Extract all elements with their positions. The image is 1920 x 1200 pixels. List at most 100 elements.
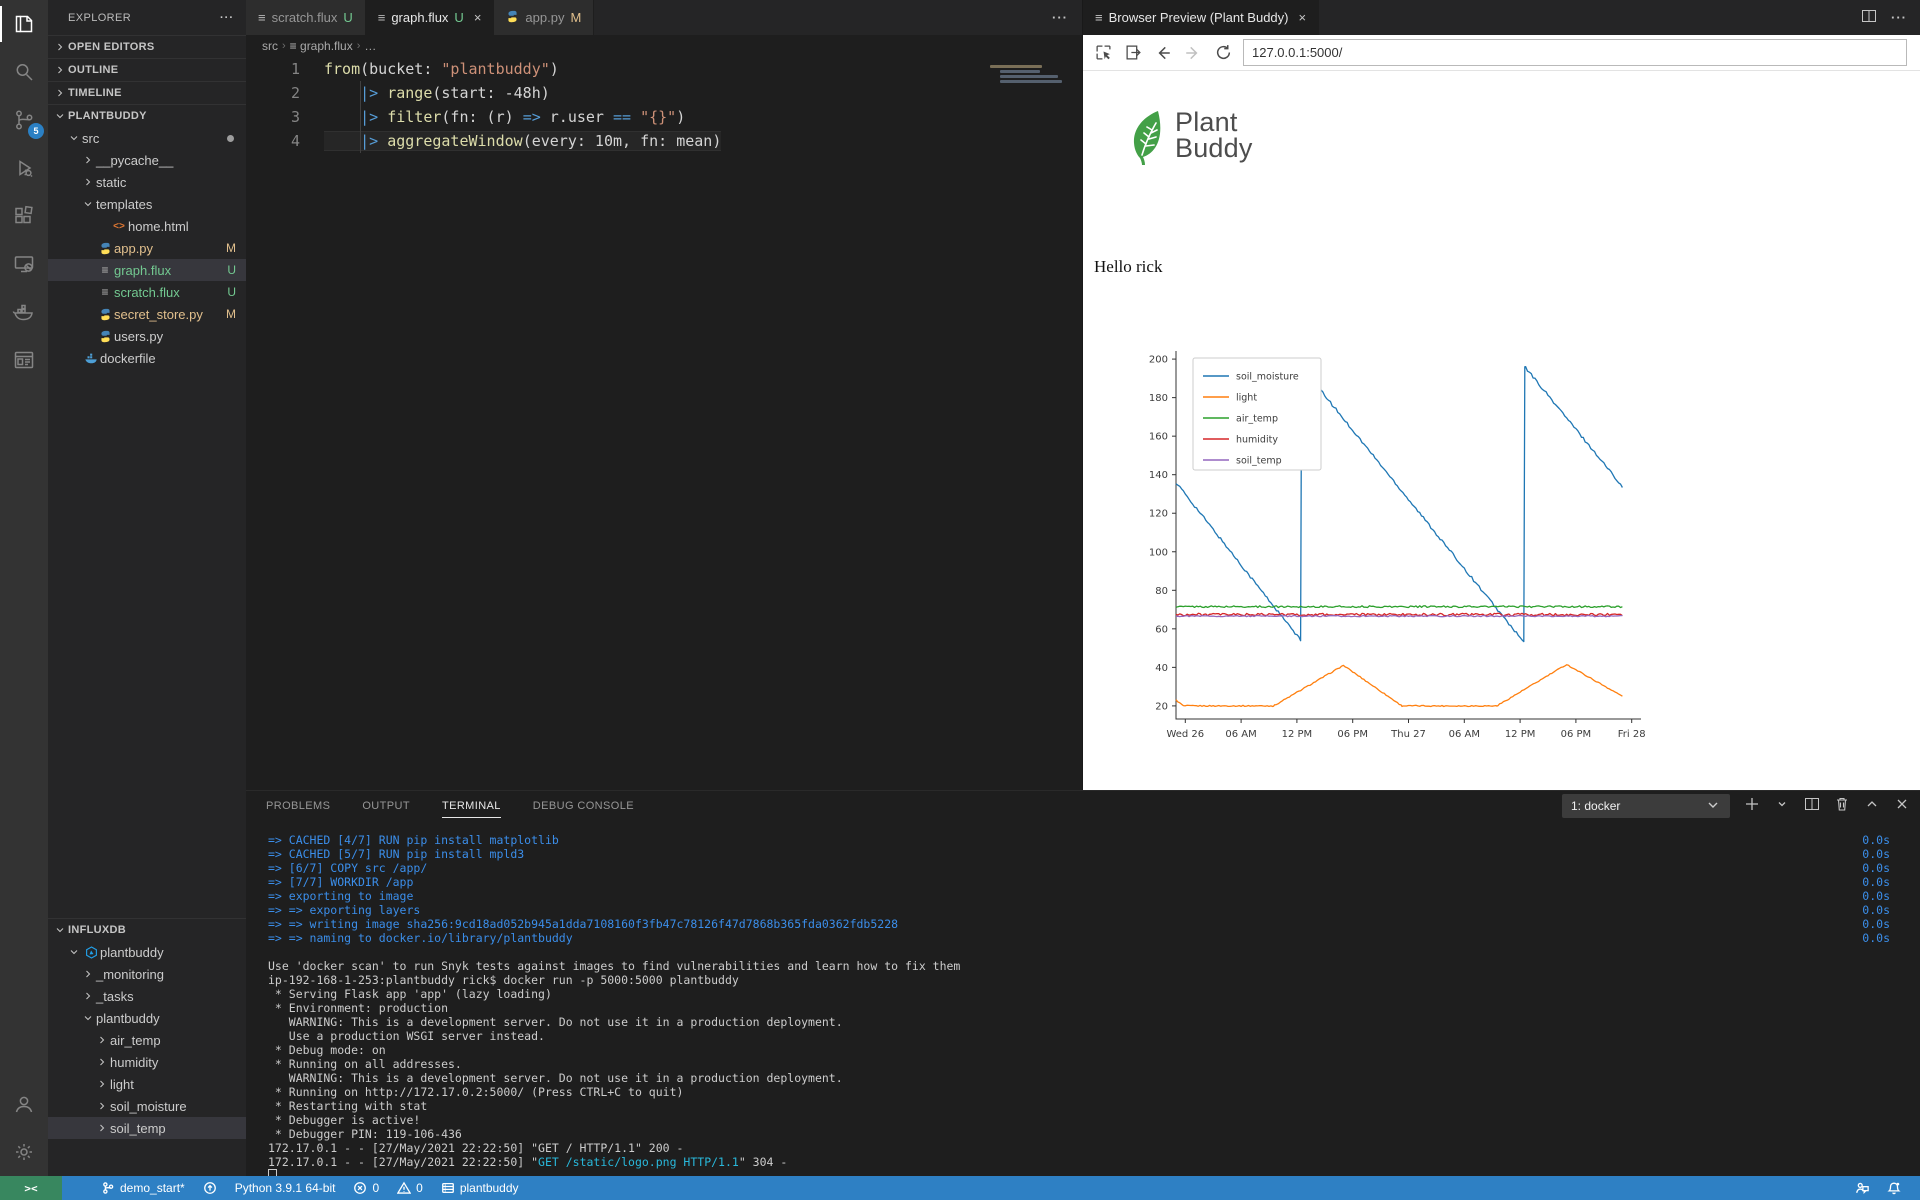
terminal-picker[interactable]: 1: docker [1562, 794, 1730, 818]
db-icon [441, 1181, 455, 1195]
tree-item-soil_temp[interactable]: soil_temp [48, 1117, 246, 1139]
breadcrumb-item[interactable]: ≡ graph.flux [290, 39, 353, 53]
tree-item-label: scratch.flux [114, 284, 180, 300]
remote-explorer-icon[interactable] [0, 240, 48, 288]
tab-scratch.flux[interactable]: ≡ scratch.flux U [246, 0, 366, 35]
terminal-line: * Debugger PIN: 119-106-436 [268, 1127, 462, 1141]
bell-icon[interactable] [1878, 1176, 1910, 1200]
svg-text:200: 200 [1149, 355, 1168, 366]
svg-text:80: 80 [1155, 586, 1168, 597]
launch-profile-chevron-icon[interactable] [1774, 796, 1790, 817]
tree-item-secret_store.py[interactable]: secret_store.py M [48, 303, 246, 325]
account-icon[interactable] [0, 1080, 48, 1128]
tree-item-soil_moisture[interactable]: soil_moisture [48, 1095, 246, 1117]
more-actions-icon[interactable]: ··· [1052, 10, 1068, 25]
remote-indicator[interactable]: >< [0, 1176, 62, 1200]
forward-icon[interactable] [1183, 43, 1203, 63]
panel-tab-debug-console[interactable]: DEBUG CONSOLE [533, 791, 634, 821]
tree-item-air_temp[interactable]: air_temp [48, 1029, 246, 1051]
error-icon [353, 1181, 367, 1195]
tab-browser-preview[interactable]: ≡ Browser Preview (Plant Buddy) × [1083, 0, 1320, 35]
close-panel-icon[interactable] [1894, 796, 1910, 817]
tree-item-dockerfile[interactable]: dockerfile [48, 347, 246, 369]
breadcrumb-item[interactable]: … [364, 39, 376, 53]
breadcrumb-item[interactable]: src [262, 39, 278, 53]
section-label: OPEN EDITORS [68, 41, 155, 53]
section-outline[interactable]: OUTLINE [48, 58, 246, 81]
extensions-icon[interactable] [0, 192, 48, 240]
terminal-line: WARNING: This is a development server. D… [268, 1015, 843, 1029]
tab-graph.flux[interactable]: ≡ graph.flux U × [365, 0, 495, 35]
explorer-icon[interactable] [0, 0, 48, 48]
section-open-editors[interactable]: OPEN EDITORS [48, 35, 246, 58]
status-item-0[interactable]: 0 [344, 1176, 388, 1200]
tree-item-static[interactable]: static [48, 171, 246, 193]
terminal-output[interactable]: => CACHED [4/7] RUN pip install matplotl… [246, 821, 1920, 1183]
section-plantbuddy[interactable]: PLANTBUDDY [48, 104, 246, 127]
status-item-sync[interactable] [194, 1176, 226, 1200]
sidebar-more-actions[interactable]: ··· [220, 12, 234, 24]
tree-item-__pycache__[interactable]: __pycache__ [48, 149, 246, 171]
status-item-demo-start-[interactable]: demo_start* [92, 1176, 194, 1200]
section-timeline[interactable]: TIMELINE [48, 81, 246, 104]
chevron-right-icon [94, 1034, 110, 1046]
status-bar: >< demo_start* Python 3.9.1 64-bit 0 0 plant… [0, 1176, 1920, 1200]
source-control-icon[interactable]: 5 [0, 96, 48, 144]
chevron-down-icon [52, 110, 68, 122]
kill-terminal-icon[interactable] [1834, 796, 1850, 817]
search-icon[interactable] [0, 48, 48, 96]
tree-item-_monitoring[interactable]: _monitoring [48, 963, 246, 985]
tree-item-home.html[interactable]: <> home.html [48, 215, 246, 237]
influxdb-section: INFLUXDB plantbuddy _monitoring _tasks plan… [48, 918, 246, 1139]
tree-item-templates[interactable]: templates [48, 193, 246, 215]
docker-icon[interactable] [0, 288, 48, 336]
run-debug-icon[interactable] [0, 144, 48, 192]
new-terminal-icon[interactable] [1744, 796, 1760, 817]
minimap[interactable] [990, 63, 1070, 85]
close-icon[interactable]: × [1299, 10, 1307, 25]
status-item-plantbuddy[interactable]: plantbuddy [432, 1176, 528, 1200]
more-actions-icon[interactable]: ··· [1891, 10, 1907, 25]
git-status-badge: M [226, 307, 236, 321]
back-icon[interactable] [1153, 43, 1173, 63]
tree-item-humidity[interactable]: humidity [48, 1051, 246, 1073]
flux-file-icon: ≡ [101, 263, 109, 277]
svg-text:light: light [1236, 393, 1257, 404]
leaf-icon [1133, 111, 1161, 165]
panel-tab-output[interactable]: OUTPUT [362, 791, 410, 821]
breadcrumb[interactable]: src › ≡ graph.flux ›… [246, 35, 1082, 57]
tree-item-app.py[interactable]: app.py M [48, 237, 246, 259]
git-status-badge: U [343, 10, 353, 25]
sensor-chart: 20 40 60 80 100 120 140 160 180 200 Wed 26 06 AM 12 … [1123, 336, 1723, 753]
scm-badge: 5 [28, 123, 44, 139]
tree-item-scratch.flux[interactable]: ≡ scratch.flux U [48, 281, 246, 303]
inspect-element-icon[interactable] [1093, 43, 1113, 63]
panel-tab-problems[interactable]: PROBLEMS [266, 791, 330, 821]
tab-app.py[interactable]: app.py M [494, 0, 595, 35]
tree-item-graph.flux[interactable]: ≡ graph.flux U [48, 259, 246, 281]
tree-item-label: graph.flux [114, 262, 172, 278]
feedback-icon[interactable] [1846, 1176, 1878, 1200]
url-input[interactable] [1243, 39, 1907, 66]
reload-icon[interactable] [1213, 43, 1233, 63]
settings-gear-icon[interactable] [0, 1128, 48, 1176]
maximize-panel-icon[interactable] [1864, 796, 1880, 817]
svg-text:06 PM: 06 PM [1337, 729, 1368, 740]
section-influxdb[interactable]: INFLUXDB [48, 918, 246, 941]
open-external-icon[interactable] [1123, 43, 1143, 63]
tree-item-light[interactable]: light [48, 1073, 246, 1095]
tree-item-users.py[interactable]: users.py [48, 325, 246, 347]
status-item-0[interactable]: 0 [388, 1176, 432, 1200]
split-terminal-icon[interactable] [1804, 796, 1820, 817]
close-icon[interactable]: × [474, 10, 482, 25]
code-editor[interactable]: 1 from(bucket: "plantbuddy") 2 |> range(st… [246, 57, 1082, 790]
panel-tab-terminal[interactable]: TERMINAL [441, 791, 501, 821]
tree-item-src[interactable]: src [48, 127, 246, 149]
tree-item-plantbuddy[interactable]: plantbuddy [48, 1007, 246, 1029]
tree-item-_tasks[interactable]: _tasks [48, 985, 246, 1007]
split-editor-icon[interactable] [1861, 8, 1877, 27]
browser-preview-icon[interactable] [0, 336, 48, 384]
tree-item-plantbuddy[interactable]: plantbuddy [48, 941, 246, 963]
tree-item-label: light [110, 1076, 134, 1092]
status-item-python-3-9-1-64-bit[interactable]: Python 3.9.1 64-bit [226, 1176, 345, 1200]
